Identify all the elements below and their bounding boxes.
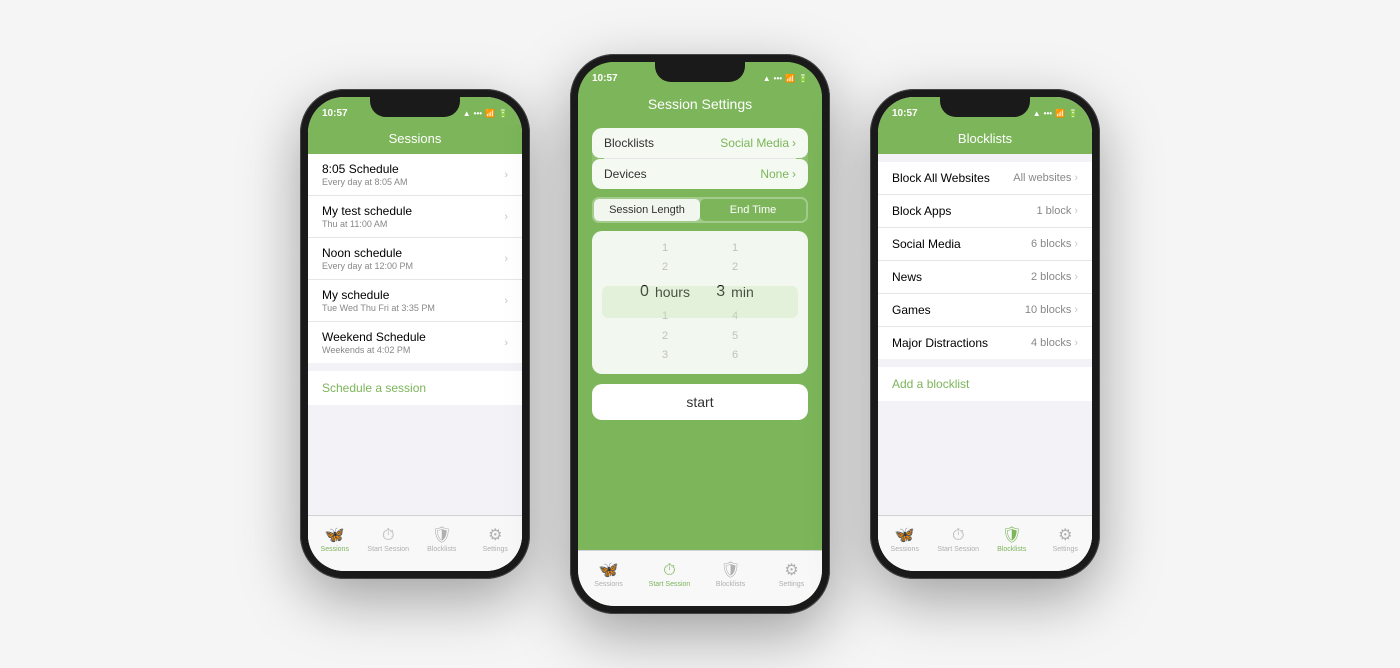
list-item[interactable]: My schedule Tue Wed Thu Fri at 3:35 PM › (308, 280, 522, 322)
blocklists-icon: 🛡 (432, 528, 452, 544)
app-header-3: Blocklists (878, 125, 1092, 154)
notch-3 (940, 97, 1030, 117)
list-item[interactable]: Social Media 6 blocks › (878, 228, 1092, 261)
app-header-1: Sessions (308, 125, 522, 154)
notch-1 (370, 97, 460, 117)
tab-start-session[interactable]: ⏱ Start Session (362, 528, 416, 553)
phone-2-screen: 10:57 ▲ ••• 📶 🔋 Session Settings Blockli… (578, 62, 822, 606)
tab-sessions[interactable]: 🦋 Sessions (878, 528, 932, 553)
chevron-icon: › (1074, 271, 1078, 283)
settings-icon: ⚙ (784, 563, 798, 579)
add-blocklist-link[interactable]: Add a blocklist (878, 367, 1092, 401)
time-picker[interactable]: 1 2 0 hours 1 2 3 1 2 (592, 231, 808, 375)
list-item[interactable]: Block Apps 1 block › (878, 195, 1092, 228)
settings-block: Blocklists Social Media › Devices None › (592, 128, 808, 189)
chevron-icon: › (504, 253, 508, 265)
segment-control: Session Length End Time (592, 197, 808, 223)
status-icons-3: ▲ ••• 📶 🔋 (1033, 109, 1078, 118)
chevron-icon: › (504, 211, 508, 223)
list-item[interactable]: 8:05 Schedule Every day at 8:05 AM › (308, 154, 522, 196)
session-length-segment[interactable]: Session Length (594, 199, 700, 221)
end-time-segment[interactable]: End Time (700, 199, 806, 221)
chevron-icon: › (504, 169, 508, 181)
phone-3: 10:57 ▲ ••• 📶 🔋 Blocklists Block All Web… (870, 89, 1100, 579)
sessions-icon: 🦋 (599, 563, 619, 579)
status-time-3: 10:57 (892, 108, 918, 119)
schedule-session-link[interactable]: Schedule a session (308, 371, 522, 405)
chevron-icon: › (504, 295, 508, 307)
tab-blocklists[interactable]: 🛡 Blocklists (700, 563, 761, 588)
status-time-2: 10:57 (592, 73, 618, 84)
settings-icon: ⚙ (1058, 528, 1072, 544)
tab-sessions[interactable]: 🦋 Sessions (578, 563, 639, 588)
start-session-icon: ⏱ (952, 528, 964, 544)
list-item[interactable]: News 2 blocks › (878, 261, 1092, 294)
status-icons-2: ▲ ••• 📶 🔋 (763, 74, 808, 83)
blocklists-value: Social Media › (720, 136, 796, 150)
chevron-icon: › (1074, 238, 1078, 250)
tab-bar-1: 🦋 Sessions ⏱ Start Session 🛡 Blocklists … (308, 515, 522, 571)
minutes-picker[interactable]: 1 2 3 min 4 5 6 (700, 239, 770, 367)
tab-settings[interactable]: ⚙ Settings (761, 563, 822, 588)
sessions-icon: 🦋 (325, 528, 345, 544)
tab-blocklists[interactable]: 🛡 Blocklists (985, 528, 1039, 553)
phone-2: 10:57 ▲ ••• 📶 🔋 Session Settings Blockli… (570, 54, 830, 614)
notch-2 (655, 62, 745, 82)
tab-bar-3: 🦋 Sessions ⏱ Start Session 🛡 Blocklists … (878, 515, 1092, 571)
chevron-icon: › (792, 136, 796, 150)
chevron-icon: › (1074, 304, 1078, 316)
session-content: Blocklists Social Media › Devices None › (578, 120, 822, 606)
tab-settings[interactable]: ⚙ Settings (469, 528, 523, 553)
blocklists-row[interactable]: Blocklists Social Media › (592, 128, 808, 158)
list-item[interactable]: Noon schedule Every day at 12:00 PM › (308, 238, 522, 280)
status-time-1: 10:57 (322, 108, 348, 119)
start-session-icon: ⏱ (382, 528, 394, 544)
blocklists-icon: 🛡 (1002, 528, 1022, 544)
blocklists-list: Block All Websites All websites › Block … (878, 162, 1092, 359)
devices-row[interactable]: Devices None › (592, 159, 808, 189)
phone-1-screen: 10:57 ▲ ••• 📶 🔋 Sessions 8:05 Schedule (308, 97, 522, 571)
phone-1: 10:57 ▲ ••• 📶 🔋 Sessions 8:05 Schedule (300, 89, 530, 579)
hours-picker[interactable]: 1 2 0 hours 1 2 3 (630, 239, 700, 367)
tab-bar-2: 🦋 Sessions ⏱ Start Session 🛡 Blocklists … (578, 550, 822, 606)
list-item[interactable]: Weekend Schedule Weekends at 4:02 PM › (308, 322, 522, 363)
chevron-icon: › (1074, 337, 1078, 349)
list-item[interactable]: Block All Websites All websites › (878, 162, 1092, 195)
devices-value: None › (760, 167, 796, 181)
blocklists-icon: 🛡 (720, 563, 740, 579)
tab-start-session[interactable]: ⏱ Start Session (639, 563, 700, 588)
app-header-2: Session Settings (578, 90, 822, 120)
start-button[interactable]: start (592, 384, 808, 420)
settings-icon: ⚙ (488, 528, 502, 544)
list-item[interactable]: Major Distractions 4 blocks › (878, 327, 1092, 359)
chevron-icon: › (1074, 172, 1078, 184)
chevron-icon: › (1074, 205, 1078, 217)
start-session-icon: ⏱ (663, 563, 675, 579)
tab-start-session[interactable]: ⏱ Start Session (932, 528, 986, 553)
sessions-icon: 🦋 (895, 528, 915, 544)
phone-3-screen: 10:57 ▲ ••• 📶 🔋 Blocklists Block All Web… (878, 97, 1092, 571)
tab-blocklists[interactable]: 🛡 Blocklists (415, 528, 469, 553)
chevron-icon: › (792, 167, 796, 181)
tab-sessions[interactable]: 🦋 Sessions (308, 528, 362, 553)
schedules-list: 8:05 Schedule Every day at 8:05 AM › My … (308, 154, 522, 363)
tab-settings[interactable]: ⚙ Settings (1039, 528, 1093, 553)
list-item[interactable]: My test schedule Thu at 11:00 AM › (308, 196, 522, 238)
list-item[interactable]: Games 10 blocks › (878, 294, 1092, 327)
status-icons-1: ▲ ••• 📶 🔋 (463, 109, 508, 118)
chevron-icon: › (504, 337, 508, 349)
